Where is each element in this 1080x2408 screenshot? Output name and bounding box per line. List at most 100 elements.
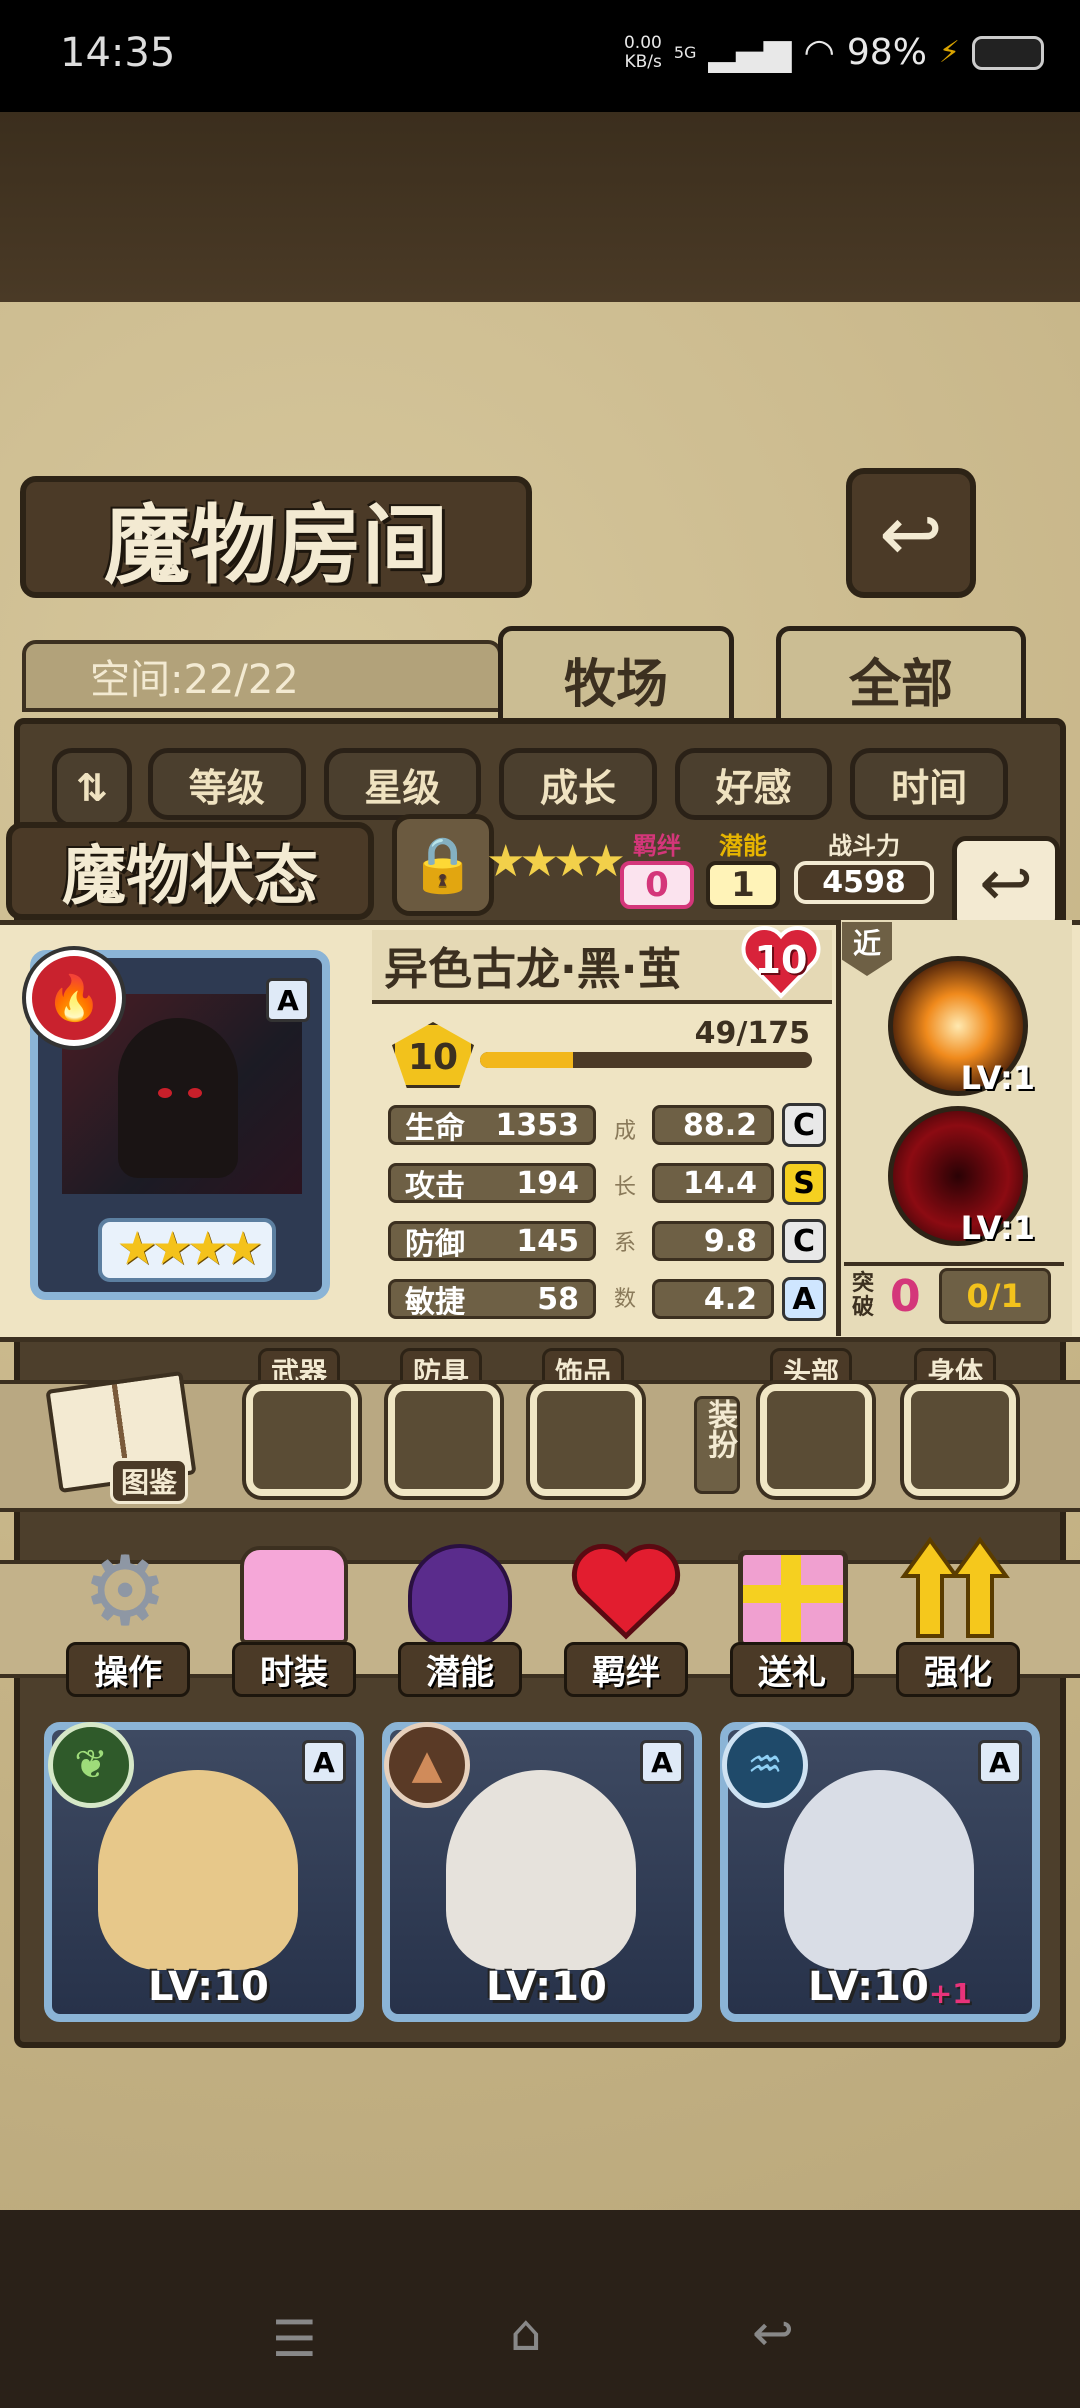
operate-button[interactable]: ⚙ 操作 [60, 1535, 190, 1697]
menu-nav-icon[interactable]: ☰ [272, 2310, 317, 2368]
stat-row: 防御 145 9.8 C [388, 1212, 828, 1270]
exp-bar-fill [480, 1052, 573, 1068]
bond-value: 0 [620, 861, 694, 909]
monster-silhouette [118, 1018, 238, 1178]
body-slot[interactable] [904, 1384, 1016, 1496]
growth-value: 88.2 [652, 1105, 774, 1145]
space-counter: 空间:22/22 [22, 640, 502, 712]
gift-icon [738, 1550, 848, 1648]
skill-2-button[interactable]: LV:1 [888, 1106, 1035, 1247]
lock-icon: 🔒 [409, 833, 477, 896]
sort-favor-button[interactable]: 好感 [674, 748, 833, 820]
growth-grade-badge: C [782, 1219, 826, 1263]
sort-level-button[interactable]: 等级 [148, 748, 306, 820]
return-icon: ↩ [979, 847, 1033, 921]
star-strip: ★★★★ [486, 836, 626, 887]
stat-value-box: 攻击 194 [388, 1163, 596, 1204]
growth-value: 9.8 [652, 1221, 774, 1261]
back-nav-icon[interactable]: ↩ [752, 2304, 794, 2362]
growth-value: 14.4 [652, 1163, 774, 1203]
demon-icon [408, 1544, 512, 1648]
enhance-button[interactable]: 强化 [890, 1536, 1020, 1697]
star-rating: ★★★★ [98, 1218, 276, 1282]
stat-row: 攻击 194 14.4 S [388, 1154, 828, 1212]
rank-badge: A [266, 978, 310, 1022]
dress-icon [240, 1546, 348, 1644]
bond-box: 羁绊 0 [620, 826, 694, 909]
clock: 14:35 [60, 30, 176, 76]
sort-time-button[interactable]: 时间 [850, 748, 1008, 820]
growth-grade-badge: A [782, 1277, 826, 1321]
status-bar: 14:35 0.00 KB/s 5G ▂▄▆ ◠ 98% ⚡ [0, 0, 1080, 112]
weapon-slot[interactable] [246, 1384, 358, 1496]
exp-text: 49/175 [694, 1016, 810, 1051]
sort-buttons: 等级 星级 成长 好感 时间 [148, 748, 1008, 820]
signal-icon: ▂▄▆ [708, 32, 792, 73]
action-buttons: ⚙ 操作 时装 潜能 羁绊 送礼 强化 [60, 1536, 1020, 1706]
sort-star-button[interactable]: 星级 [323, 748, 482, 820]
card-level: LV:10 [486, 1964, 607, 2010]
net-speed: 0.00 KB/s [623, 32, 662, 72]
status-close-button[interactable]: ↩ [952, 836, 1060, 932]
skill-1-button[interactable]: LV:1 [888, 956, 1035, 1097]
growth-value: 4.2 [652, 1279, 774, 1319]
monster-portrait [446, 1770, 636, 1970]
top-background [0, 112, 1080, 302]
charging-icon: ⚡ [938, 35, 960, 70]
water-element-icon: ♒ [722, 1722, 808, 1808]
leaf-element-icon: ❦ [48, 1722, 134, 1808]
lock-button[interactable]: 🔒 [392, 814, 494, 916]
sort-icon: ⇅ [76, 766, 108, 810]
growth-grade-badge: S [782, 1161, 826, 1205]
potential-value: 1 [706, 861, 780, 909]
stats-table: 生命 1353 88.2 C 攻击 194 14.4 S 防御 145 9.8 C 敏捷 58 4.2 A [388, 1096, 828, 1328]
stat-value-box: 生命 1353 [388, 1105, 596, 1146]
accessory-slot[interactable] [530, 1384, 642, 1496]
monster-portrait [784, 1770, 974, 1970]
sort-growth-button[interactable]: 成长 [499, 748, 657, 820]
power-value: 4598 [794, 861, 934, 904]
fire-element-icon: 🔥 [26, 950, 122, 1046]
tab-all[interactable]: 全部 [776, 626, 1026, 732]
power-box: 战斗力 4598 [794, 826, 934, 904]
arrow-up-icon [900, 1536, 1010, 1642]
guide-book-button[interactable]: 图鉴 [42, 1370, 197, 1504]
potential-box: 潜能 1 [706, 826, 780, 909]
wifi-icon: ◠ [803, 32, 835, 73]
earth-element-icon: ▲ [384, 1722, 470, 1808]
card-level: LV:10 [148, 1964, 269, 2010]
stat-row: 敏捷 58 4.2 A [388, 1270, 828, 1328]
growth-caption: 成 长 系 数 [614, 1119, 637, 1312]
stat-value-box: 防御 145 [388, 1221, 596, 1262]
return-icon: ↩ [879, 488, 943, 578]
head-slot[interactable] [760, 1384, 872, 1496]
rank-badge: A [640, 1740, 684, 1784]
page-title: 魔物房间 [20, 476, 532, 598]
affection-heart: 10 [740, 924, 822, 1000]
dress-label: 装扮 [694, 1396, 740, 1494]
sort-order-button[interactable]: ⇅ [52, 748, 132, 828]
armor-slot[interactable] [388, 1384, 500, 1496]
home-nav-icon[interactable]: ⌂ [510, 2304, 542, 2362]
gear-icon: ⚙ [81, 1535, 169, 1647]
tab-ranch[interactable]: 牧场 [498, 626, 734, 732]
stat-value-box: 敏捷 58 [388, 1279, 596, 1320]
costume-button[interactable]: 时装 [226, 1536, 356, 1697]
card-plus: +1 [928, 1977, 972, 2010]
network-type: 5G [673, 43, 697, 62]
bond-button[interactable]: 羁绊 [558, 1536, 688, 1697]
card-level: LV:10 [808, 1964, 929, 2010]
rank-badge: A [978, 1740, 1022, 1784]
battery-percent: 98% [846, 32, 927, 73]
battery-icon [972, 35, 1044, 70]
stat-row: 生命 1353 88.2 C [388, 1096, 828, 1154]
gift-button[interactable]: 送礼 [724, 1536, 854, 1697]
breakthrough-progress: 0/1 [938, 1268, 1051, 1324]
growth-grade-badge: C [782, 1103, 826, 1147]
exp-bar [480, 1052, 812, 1068]
status-title: 魔物状态 [6, 822, 374, 920]
monster-portrait [98, 1770, 298, 1970]
potential-button[interactable]: 潜能 [392, 1536, 522, 1697]
back-button[interactable]: ↩ [846, 468, 976, 598]
status-icons: 0.00 KB/s 5G ▂▄▆ ◠ 98% ⚡ [624, 32, 1044, 73]
